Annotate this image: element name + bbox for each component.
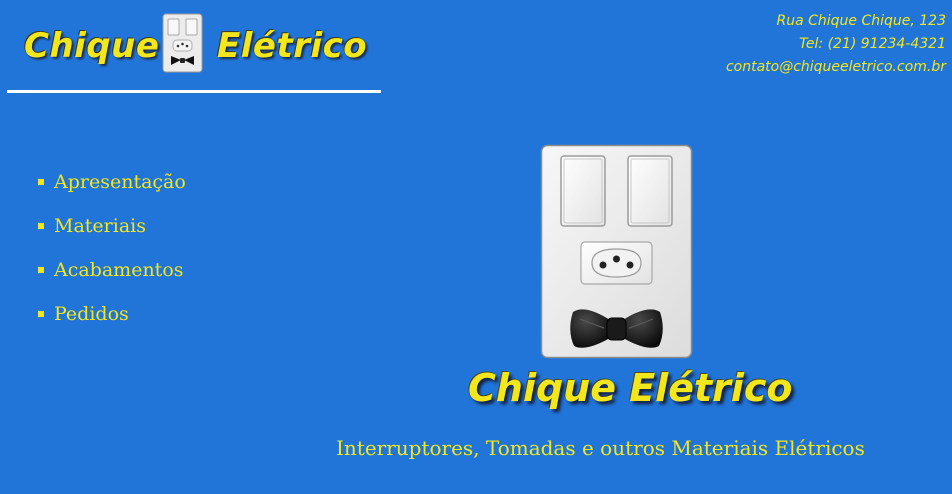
hero-title: Chique Elétrico <box>468 366 793 410</box>
nav-item-apresentacao: Apresentação <box>38 160 186 204</box>
nav-item-acabamentos: Acabamentos <box>38 248 186 292</box>
hero-tagline: Interruptores, Tomadas e outros Materiai… <box>336 436 865 460</box>
nav-link-acabamentos[interactable]: Acabamentos <box>54 259 184 281</box>
nav-link-materiais[interactable]: Materiais <box>54 215 146 237</box>
switch-plate-bowtie-icon <box>162 13 203 73</box>
header-divider <box>7 90 381 93</box>
main-nav: Apresentação Materiais Acabamentos Pedid… <box>38 160 186 336</box>
nav-item-pedidos: Pedidos <box>38 292 186 336</box>
site-logo[interactable]: Chique Elétrico <box>22 10 382 78</box>
contact-phone: Tel: (21) 91234-4321 <box>799 36 946 52</box>
square-bullet-icon <box>38 179 44 185</box>
contact-email[interactable]: contato@chiqueeletrico.com.br <box>726 56 946 79</box>
square-bullet-icon <box>38 223 44 229</box>
square-bullet-icon <box>38 311 44 317</box>
switch-plate-bowtie-icon <box>540 144 693 359</box>
contact-address: Rua Chique Chique, 123 <box>776 13 946 29</box>
nav-item-materiais: Materiais <box>38 204 186 248</box>
square-bullet-icon <box>38 267 44 273</box>
nav-link-pedidos[interactable]: Pedidos <box>54 303 129 325</box>
contact-info: Rua Chique Chique, 123 Tel: (21) 91234-4… <box>726 10 946 79</box>
nav-link-apresentacao[interactable]: Apresentação <box>54 171 186 193</box>
logo-text-chique: Chique <box>24 26 160 66</box>
logo-text-eletrico: Elétrico <box>217 26 368 66</box>
